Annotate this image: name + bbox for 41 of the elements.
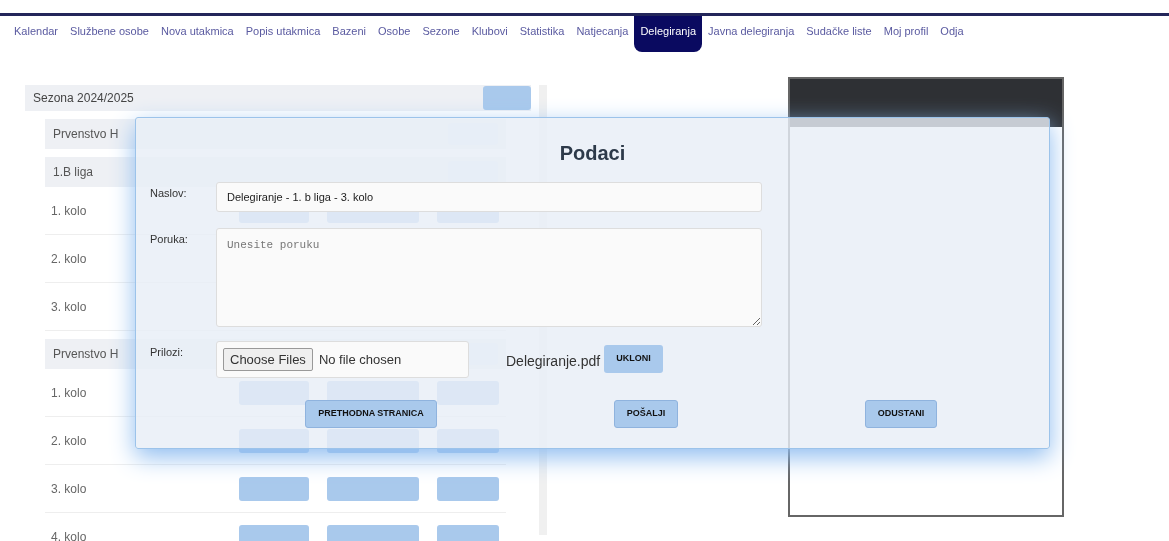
- nav-link[interactable]: Sezone: [416, 16, 466, 40]
- choose-files-button[interactable]: Choose Files: [223, 347, 313, 372]
- nav-link[interactable]: Delegiranja: [634, 16, 703, 52]
- round-label: 1. kolo: [51, 384, 88, 402]
- nav-link[interactable]: Javna delegiranja: [702, 16, 801, 40]
- round-label: 3. kolo: [51, 298, 88, 316]
- round-label: 2. kolo: [51, 250, 88, 268]
- nav-link[interactable]: Osobe: [371, 16, 417, 40]
- nav-link[interactable]: Moj profil: [877, 16, 935, 40]
- dialog-button[interactable]: ODUSTANI: [864, 400, 938, 428]
- nav-link[interactable]: Klubovi: [465, 16, 514, 40]
- file-name: Delegiranje.pdf: [506, 352, 601, 371]
- group-label: 1.B liga: [53, 164, 94, 181]
- round-label: 3. kolo: [51, 480, 88, 498]
- message-field[interactable]: Unesite poruku: [216, 228, 762, 327]
- nav-link[interactable]: Popis utakmica: [239, 16, 327, 40]
- field-label: Prilozi:: [150, 345, 184, 360]
- field-label: Naslov:: [150, 186, 188, 201]
- nav-link[interactable]: Statistika: [513, 16, 571, 40]
- nav-link[interactable]: Kalendar: [8, 16, 65, 40]
- file-status: No file chosen: [318, 350, 402, 369]
- group-label: Prvenstvo H: [53, 126, 119, 143]
- nav-link[interactable]: Nova utakmica: [154, 16, 240, 40]
- nav-link[interactable]: Sudačke liste: [800, 16, 878, 40]
- round-label: 2. kolo: [51, 432, 88, 450]
- season-header[interactable]: Sezona 2024/2025: [25, 85, 531, 111]
- nav-link[interactable]: Natjecanja: [570, 16, 635, 40]
- field-label: Poruka:: [150, 232, 189, 247]
- file-field[interactable]: Choose Files No file chosen: [216, 341, 469, 378]
- nav-link[interactable]: Bazeni: [326, 16, 372, 40]
- round-label: 1. kolo: [51, 202, 88, 220]
- season-label: Sezona 2024/2025: [33, 90, 134, 107]
- nav-link[interactable]: Službene osobe: [64, 16, 155, 40]
- dialog-button[interactable]: POŠALJI: [613, 400, 679, 428]
- dialog-title: Podaci: [559, 141, 626, 166]
- group-label: Prvenstvo H: [53, 346, 119, 363]
- title-field[interactable]: Delegiranje - 1. b liga - 3. kolo: [216, 182, 762, 212]
- remove-button[interactable]: UKLONI: [604, 345, 663, 373]
- nav-link[interactable]: Odja: [934, 16, 970, 40]
- round-label: 4. kolo: [51, 528, 88, 541]
- dialog-button[interactable]: PRETHODNA STRANICA: [305, 400, 437, 428]
